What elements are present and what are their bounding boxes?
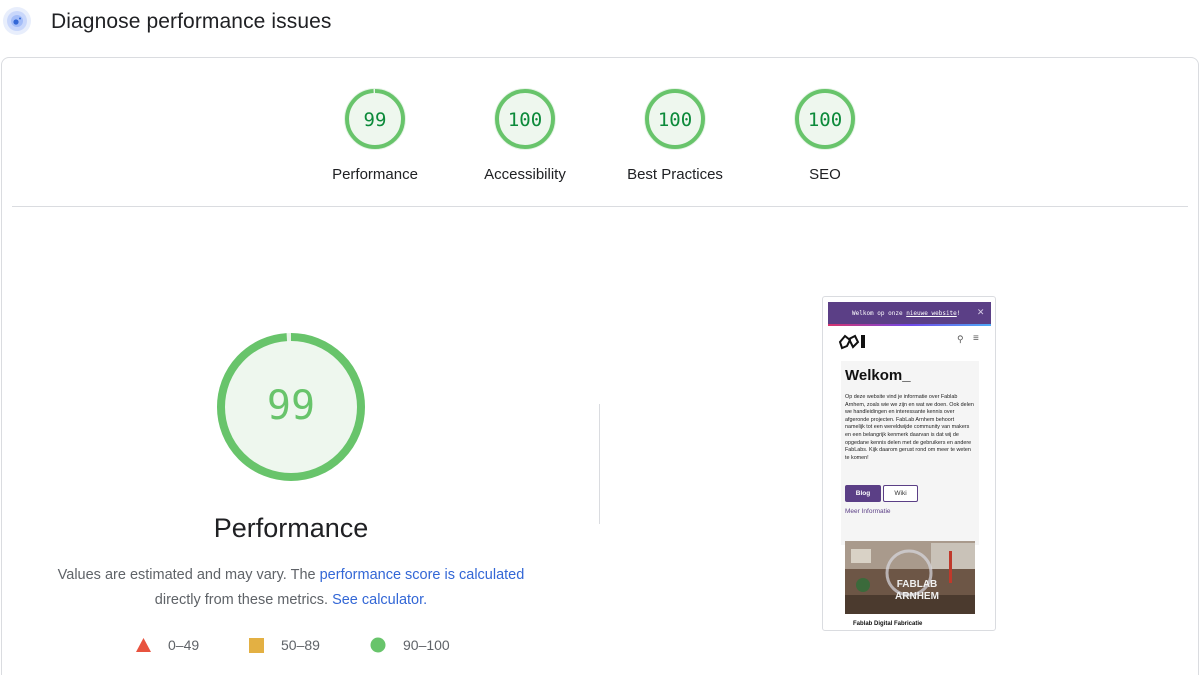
gauge-seo[interactable]: 100 SEO <box>750 87 900 183</box>
blog-button: Blog <box>845 485 881 502</box>
legend-range: 50–89 <box>281 637 320 653</box>
search-icon: ⚲ <box>957 334 964 344</box>
page-screenshot[interactable]: Welkom op onze nieuwe website! ✕ ⚲ ≡ Wel… <box>822 296 996 631</box>
legend-range: 0–49 <box>168 637 200 653</box>
gauge-ring: 100 <box>794 88 856 150</box>
legend-item-average: 50–89 <box>249 636 320 654</box>
gauge-accessibility[interactable]: 100 Accessibility <box>450 87 600 183</box>
circle-icon <box>370 637 386 653</box>
performance-main-gauge: 99 <box>217 333 365 481</box>
gauge-label: Performance <box>332 166 418 183</box>
score-note: Values are estimated and may vary. The p… <box>40 563 542 613</box>
gauge-score: 100 <box>508 109 542 131</box>
triangle-icon <box>136 638 151 652</box>
gauge-score: 100 <box>808 109 842 131</box>
page-title: Diagnose performance issues <box>51 10 332 33</box>
divider <box>12 206 1188 207</box>
gauge-label: Accessibility <box>484 166 566 183</box>
section-header: Diagnose performance issues <box>0 0 1200 46</box>
welcome-banner: Welkom op onze nieuwe website! ✕ <box>828 302 991 324</box>
see-calculator-link[interactable]: See calculator. <box>332 592 427 608</box>
photo-caption: Fablab Digital Fabricatie <box>853 621 923 627</box>
gauge-ring: 100 <box>644 88 706 150</box>
gauge-best-practices[interactable]: 100 Best Practices <box>600 87 750 183</box>
banner-text: Welkom op onze <box>852 309 903 317</box>
vertical-divider <box>599 404 600 524</box>
banner-link: nieuwe website <box>906 309 957 317</box>
performance-score-link[interactable]: performance score is calculated <box>320 567 525 583</box>
fablab-logo <box>838 334 865 350</box>
legend-item-pass: 90–100 <box>370 636 450 654</box>
main-gauge-score: 99 <box>267 383 315 429</box>
hero-heading: Welkom_ <box>845 367 911 384</box>
gauge-ring: 100 <box>494 88 556 150</box>
gradient-stripe <box>828 324 991 326</box>
close-icon: ✕ <box>977 305 984 318</box>
gauge-score: 100 <box>658 109 692 131</box>
fablab-photo: FABLAB ARNHEM <box>845 541 975 614</box>
gauge-ring: 99 <box>344 88 406 150</box>
note-text-2: directly from these metrics. <box>154 592 333 608</box>
wiki-button: Wiki <box>883 485 918 502</box>
main-gauge-title: Performance <box>213 513 369 543</box>
photo-text-1: FABLAB <box>897 579 938 590</box>
lighthouse-icon <box>3 7 31 35</box>
note-text-1: Values are estimated and may vary. The <box>57 567 320 583</box>
banner-suffix: ! <box>956 309 961 317</box>
menu-icon: ≡ <box>973 333 979 344</box>
gauge-label: Best Practices <box>627 166 723 183</box>
legend-range: 90–100 <box>403 637 450 653</box>
photo-text-2: ARNHEM <box>895 591 939 602</box>
square-icon <box>249 637 264 653</box>
legend-item-fail: 0–49 <box>136 636 199 654</box>
gauge-performance[interactable]: 99 Performance <box>300 87 450 183</box>
hero-text: Op deze website vind je informatie over … <box>845 394 974 461</box>
gauge-label: SEO <box>809 166 841 183</box>
gauge-score: 99 <box>364 109 387 131</box>
more-info-link: Meer Informatie <box>845 508 891 515</box>
